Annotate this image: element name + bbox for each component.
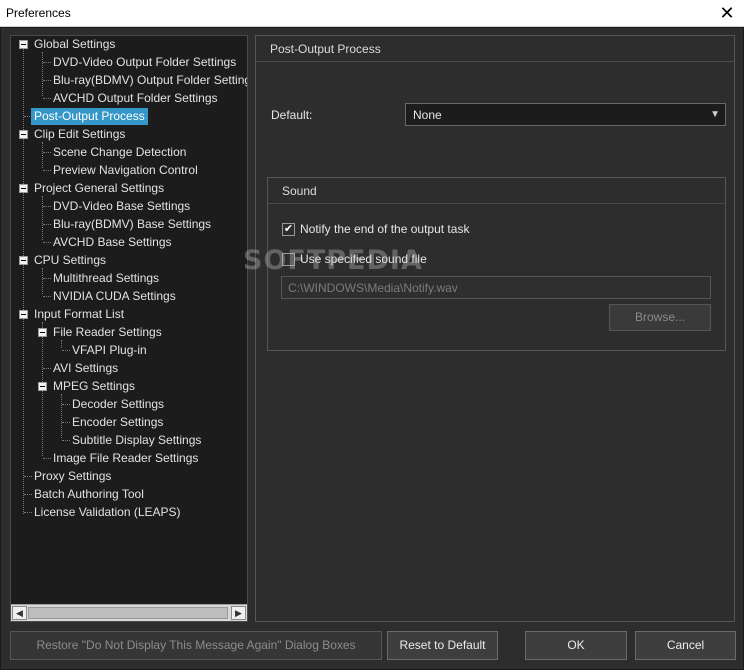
cancel-button[interactable]: Cancel	[635, 631, 736, 660]
tree-connector	[42, 196, 43, 240]
tree-item-avchd-base[interactable]: AVCHD Base Settings	[50, 234, 175, 251]
tree-item-bluray-base[interactable]: Blu-ray(BDMV) Base Settings	[50, 216, 214, 233]
panel-title: Post-Output Process	[256, 36, 734, 62]
tree-item-dvd-output-folder[interactable]: DVD-Video Output Folder Settings	[50, 54, 239, 71]
default-dropdown-value: None	[413, 108, 442, 122]
tree-connector	[61, 340, 62, 348]
tree-item-encoder[interactable]: Encoder Settings	[69, 414, 166, 431]
collapse-icon[interactable]	[19, 184, 28, 193]
title-bar: Preferences ✕	[0, 0, 744, 27]
sound-file-path-input[interactable]: C:\WINDOWS\Media\Notify.wav	[281, 276, 711, 299]
scroll-thumb[interactable]	[28, 607, 228, 619]
tree-item-vfapi[interactable]: VFAPI Plug-in	[69, 342, 150, 359]
watermark: SOFTPEDIA	[243, 245, 423, 276]
tree-item-preview-navigation[interactable]: Preview Navigation Control	[50, 162, 201, 179]
close-icon[interactable]: ✕	[710, 0, 744, 27]
settings-panel: Post-Output Process Default: None ▼ Soun…	[255, 35, 735, 622]
default-label: Default:	[271, 108, 313, 122]
tree-item-post-output-process[interactable]: Post-Output Process	[31, 108, 148, 125]
tree-item-avi-settings[interactable]: AVI Settings	[50, 360, 121, 377]
sound-group-title: Sound	[268, 178, 725, 204]
collapse-icon[interactable]	[19, 130, 28, 139]
notify-checkbox[interactable]: ✔	[282, 223, 295, 237]
tree-item-input-format-list[interactable]: Input Format List	[31, 306, 127, 323]
tree-item-project-general[interactable]: Project General Settings	[31, 180, 167, 197]
tree-item-batch-authoring[interactable]: Batch Authoring Tool	[31, 486, 147, 503]
collapse-icon[interactable]	[38, 382, 47, 391]
browse-button[interactable]: Browse...	[609, 304, 711, 331]
settings-tree[interactable]: Global Settings DVD-Video Output Folder …	[10, 35, 248, 622]
tree-connector	[23, 48, 24, 514]
tree-item-dvd-base[interactable]: DVD-Video Base Settings	[50, 198, 193, 215]
tree-item-cuda[interactable]: NVIDIA CUDA Settings	[50, 288, 179, 305]
collapse-icon[interactable]	[19, 310, 28, 319]
collapse-icon[interactable]	[38, 328, 47, 337]
tree-connector	[42, 268, 43, 294]
default-dropdown[interactable]: None ▼	[405, 103, 726, 126]
tree-item-cpu-settings[interactable]: CPU Settings	[31, 252, 109, 269]
horizontal-scrollbar[interactable]: ◀ ▶	[11, 604, 247, 621]
restore-dialogs-button[interactable]: Restore "Do Not Display This Message Aga…	[10, 631, 382, 660]
tree-connector	[61, 394, 62, 438]
tree-item-license-validation[interactable]: License Validation (LEAPS)	[31, 504, 184, 521]
tree-item-proxy[interactable]: Proxy Settings	[31, 468, 114, 485]
tree-item-multithread[interactable]: Multithread Settings	[50, 270, 162, 287]
tree-item-global-settings[interactable]: Global Settings	[31, 36, 118, 53]
tree-item-scene-change-detection[interactable]: Scene Change Detection	[50, 144, 189, 161]
collapse-icon[interactable]	[19, 256, 28, 265]
tree-connector	[42, 142, 43, 168]
tree-item-subtitle-display[interactable]: Subtitle Display Settings	[69, 432, 204, 449]
ok-button[interactable]: OK	[525, 631, 627, 660]
chevron-down-icon: ▼	[710, 109, 720, 120]
tree-item-mpeg-settings[interactable]: MPEG Settings	[50, 378, 138, 395]
window-title: Preferences	[6, 6, 71, 20]
tree-item-bluray-output-folder[interactable]: Blu-ray(BDMV) Output Folder Settings	[50, 72, 247, 89]
notify-label: Notify the end of the output task	[300, 222, 470, 236]
reset-to-default-button[interactable]: Reset to Default	[387, 631, 498, 660]
notify-checkbox-row[interactable]: ✔ Notify the end of the output task	[282, 222, 469, 238]
tree-item-decoder[interactable]: Decoder Settings	[69, 396, 167, 413]
tree-item-image-file-reader[interactable]: Image File Reader Settings	[50, 450, 201, 467]
scroll-right-icon[interactable]: ▶	[231, 606, 246, 620]
tree-item-avchd-output-folder[interactable]: AVCHD Output Folder Settings	[50, 90, 221, 107]
collapse-icon[interactable]	[19, 40, 28, 49]
tree-connector	[42, 52, 43, 96]
scroll-left-icon[interactable]: ◀	[12, 606, 27, 620]
tree-item-file-reader[interactable]: File Reader Settings	[50, 324, 165, 341]
tree-item-clip-edit-settings[interactable]: Clip Edit Settings	[31, 126, 128, 143]
